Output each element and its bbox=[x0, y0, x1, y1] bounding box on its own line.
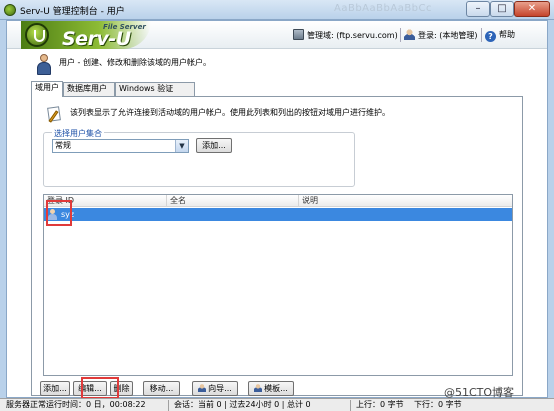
window-client-area: File Server Serv-U 管理域: (ftp.servu.com) … bbox=[6, 20, 548, 399]
highlight-box-user bbox=[46, 200, 72, 226]
table-row[interactable]: syz bbox=[44, 208, 512, 221]
user-list[interactable]: 登录 ID 全名 说明 syz bbox=[43, 194, 513, 376]
minimize-button[interactable]: – bbox=[466, 1, 490, 17]
help-label: 帮助 bbox=[499, 30, 515, 39]
status-upload: 上行：0 字节 bbox=[356, 400, 404, 409]
status-divider bbox=[168, 400, 169, 411]
status-uptime: 服务器正常运行时间：0 日，00:08:22 bbox=[6, 400, 146, 409]
user-large-icon bbox=[35, 54, 53, 76]
maximize-button[interactable]: □ bbox=[490, 1, 514, 17]
edit-note-icon bbox=[46, 106, 62, 123]
tab-panel: 该列表显示了允许连接到活动域的用户帐户。使用此列表和列出的按钮对域用户进行维护。… bbox=[31, 96, 523, 399]
user-wizard-icon bbox=[198, 384, 207, 392]
wizard-button[interactable]: 向导... bbox=[192, 381, 238, 396]
window-title: Serv-U 管理控制台 - 用户 bbox=[20, 7, 125, 17]
domain-label: 管理域: (ftp.servu.com) bbox=[307, 31, 398, 40]
status-divider bbox=[350, 400, 351, 411]
header-banner: File Server Serv-U 管理域: (ftp.servu.com) … bbox=[7, 21, 547, 50]
user-collection-group: 选择用户集合 常规 ▼ 添加... bbox=[43, 128, 355, 187]
user-icon bbox=[404, 29, 415, 40]
highlight-box-edit bbox=[81, 377, 119, 399]
panel-info-text: 该列表显示了允许连接到活动域的用户帐户。使用此列表和列出的按钮对域用户进行维护。 bbox=[70, 108, 390, 117]
tab-domain-users[interactable]: 域用户 bbox=[31, 81, 63, 97]
login-label: 登录: (本地管理) bbox=[418, 31, 478, 40]
collection-value: 常规 bbox=[55, 141, 71, 150]
chevron-down-icon[interactable]: ▼ bbox=[175, 140, 188, 152]
background-ghost-text: AaBbAaBbAaBbCc bbox=[334, 3, 433, 14]
close-button[interactable]: ✕ bbox=[514, 1, 550, 17]
domain-link[interactable]: 管理域: (ftp.servu.com) bbox=[293, 29, 398, 43]
logo-text: Serv-U bbox=[62, 28, 131, 50]
header-divider bbox=[400, 28, 401, 42]
user-template-icon bbox=[254, 384, 263, 392]
help-link[interactable]: ? 帮助 bbox=[485, 29, 515, 43]
status-bar: 服务器正常运行时间：0 日，00:08:22 会话：当前 0 | 过去24小时 … bbox=[0, 398, 554, 411]
list-header: 登录 ID 全名 说明 bbox=[44, 195, 512, 207]
server-icon bbox=[293, 29, 304, 40]
serv-u-app-icon bbox=[4, 4, 16, 16]
column-description[interactable]: 说明 bbox=[299, 195, 512, 207]
group-legend: 选择用户集合 bbox=[52, 128, 104, 139]
user-collection-select[interactable]: 常规 ▼ bbox=[52, 139, 189, 153]
add-collection-button[interactable]: 添加... bbox=[196, 138, 232, 153]
status-download: 下行：0 字节 bbox=[414, 400, 462, 409]
move-user-button[interactable]: 移动... bbox=[143, 381, 180, 396]
status-sessions: 会话：当前 0 | 过去24小时 0 | 总计 0 bbox=[174, 400, 311, 409]
tab-database-users[interactable]: 数据库用户 bbox=[63, 82, 115, 96]
tab-windows-auth[interactable]: Windows 验证 bbox=[115, 82, 195, 96]
serv-u-logo-icon bbox=[25, 23, 49, 47]
add-user-button[interactable]: 添加... bbox=[40, 381, 70, 396]
column-full-name[interactable]: 全名 bbox=[167, 195, 299, 207]
wizard-label: 向导... bbox=[208, 384, 232, 393]
page-description: 用户 - 创建、修改和删除该域的用户帐户。 bbox=[59, 58, 211, 67]
login-link[interactable]: 登录: (本地管理) bbox=[404, 29, 477, 43]
help-icon: ? bbox=[485, 31, 496, 42]
template-label: 模板... bbox=[264, 384, 288, 393]
template-button[interactable]: 模板... bbox=[248, 381, 294, 396]
header-divider bbox=[481, 28, 482, 42]
window-titlebar: Serv-U 管理控制台 - 用户 AaBbAaBbAaBbCc – □ ✕ bbox=[0, 0, 554, 20]
